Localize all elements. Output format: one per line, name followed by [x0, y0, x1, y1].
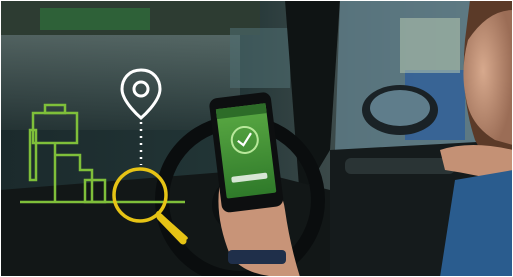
station-light [400, 18, 460, 73]
photo-scene [0, 0, 513, 277]
wrist-watch [228, 250, 286, 264]
side-mirror-glass [370, 90, 430, 126]
station-window [230, 28, 290, 88]
station-sign-green [40, 8, 150, 30]
station-building [0, 35, 240, 130]
door-handle [345, 158, 455, 174]
